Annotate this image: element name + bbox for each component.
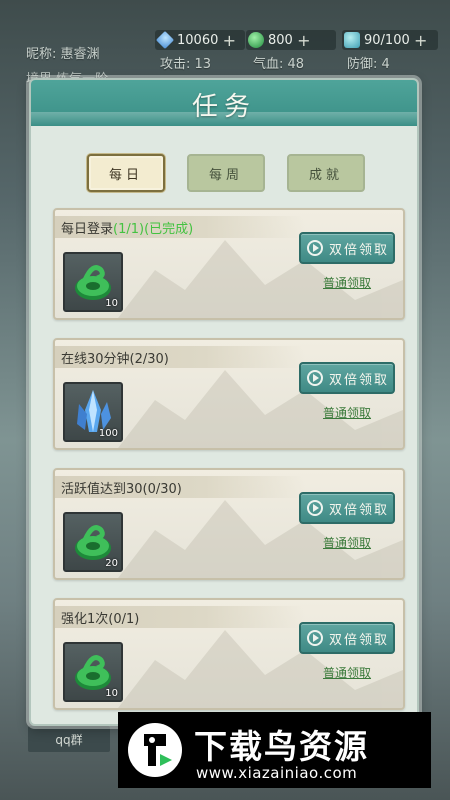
resource-value: 10060 [177,32,219,48]
task-progress: (1/1)(已完成) [113,222,194,237]
reward-amount: 20 [105,558,118,569]
jade-icon [248,32,264,48]
resource-jade: 800 + [246,30,336,50]
task-item: 强化1次(0/1) 10 双倍领取 普通领取 [53,598,405,710]
reward-slot[interactable]: 10 [63,252,123,312]
dialog-title: 任务 [191,92,256,122]
tab-achievement[interactable]: 成就 [287,154,365,192]
reward-amount: 100 [98,428,118,439]
reward-amount: 10 [105,688,118,699]
add-jade-button[interactable]: + [297,31,311,50]
task-progress: (0/30) [142,482,182,497]
reward-slot[interactable]: 20 [63,512,123,572]
watermark-banner: 下载鸟资源 www.xiazainiao.com [118,712,431,788]
double-claim-button[interactable]: 双倍领取 [299,362,395,394]
reward-amount: 10 [105,298,118,309]
resource-value: 800 [268,32,293,48]
add-energy-button[interactable]: + [414,31,428,50]
normal-claim-link[interactable]: 普通领取 [323,404,371,421]
resource-value: 90/100 [364,32,410,48]
task-tabs: 每日 每周 成就 [31,154,417,194]
watermark-brand: 下载鸟资源 [194,727,369,766]
reward-slot[interactable]: 100 [63,382,123,442]
task-item: 活跃值达到30(0/30) 20 双倍领取 普通领取 [53,468,405,580]
task-progress: (2/30) [129,352,169,367]
stat-attack: 攻击: 13 [160,57,212,72]
watermark-url: www.xiazainiao.com [196,764,358,782]
resource-crystal: 10060 + [155,30,245,50]
task-dialog: 任务 每日 每周 成就 每日登录(1/1)(已完成) 10 双倍领取 普通领取 … [29,78,419,726]
task-name: 每日登录(1/1)(已完成) [61,222,194,237]
task-name: 活跃值达到30(0/30) [61,482,182,497]
double-claim-button[interactable]: 双倍领取 [299,622,395,654]
add-crystal-button[interactable]: + [222,31,236,50]
qq-group-button[interactable]: qq群 [28,726,110,752]
task-item: 每日登录(1/1)(已完成) 10 双倍领取 普通领取 [53,208,405,320]
tab-daily[interactable]: 每日 [87,154,165,192]
play-video-icon [307,370,323,386]
play-video-icon [307,240,323,256]
normal-claim-link[interactable]: 普通领取 [323,534,371,551]
task-name: 在线30分钟(2/30) [61,352,169,367]
bird-logo-icon [128,723,182,777]
play-video-icon [307,500,323,516]
task-item: 在线30分钟(2/30) 100 双倍领取 普通领取 [53,338,405,450]
double-claim-button[interactable]: 双倍领取 [299,492,395,524]
crystal-icon [155,30,175,50]
play-video-icon [307,630,323,646]
normal-claim-link[interactable]: 普通领取 [323,664,371,681]
stat-defense: 防御: 4 [347,57,390,72]
stat-qi-blood: 气血: 48 [253,57,305,72]
top-hud: 10060 + 800 + 90/100 + 昵称: 惠睿渊 攻击: 13 气血… [0,0,450,87]
normal-claim-link[interactable]: 普通领取 [323,274,371,291]
tab-weekly[interactable]: 每周 [187,154,265,192]
task-progress: (0/1) [108,612,140,627]
reward-slot[interactable]: 10 [63,642,123,702]
resource-energy: 90/100 + [342,30,438,50]
player-nickname: 昵称: 惠睿渊 [26,47,100,62]
energy-icon [344,32,360,48]
double-claim-button[interactable]: 双倍领取 [299,232,395,264]
dialog-header: 任务 [31,80,417,126]
task-name: 强化1次(0/1) [61,612,140,627]
